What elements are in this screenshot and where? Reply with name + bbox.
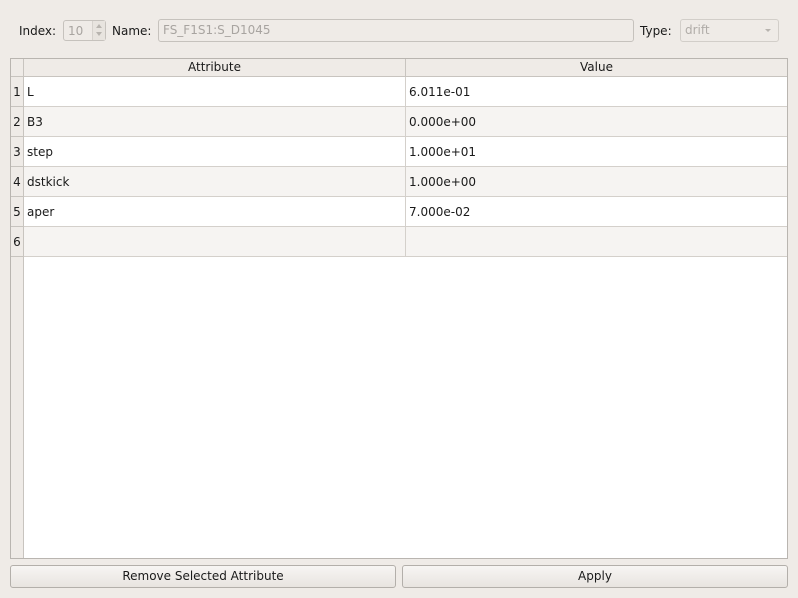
type-select[interactable]: drift <box>680 19 779 42</box>
row-number[interactable]: 1 <box>11 77 24 107</box>
type-value: drift <box>685 23 710 37</box>
table-corner-button[interactable] <box>11 59 24 77</box>
table-row[interactable]: 6 <box>11 227 787 257</box>
element-form: Index: 10 Name: FS_F1S1:S_D1045 Type: dr… <box>0 0 798 58</box>
chevron-up-icon[interactable] <box>96 24 102 28</box>
column-header-attribute[interactable]: Attribute <box>24 59 406 77</box>
row-number[interactable]: 6 <box>11 227 24 257</box>
index-spinbox[interactable]: 10 <box>63 20 106 41</box>
attribute-cell[interactable]: dstkick <box>24 167 406 197</box>
value-cell[interactable]: 0.000e+00 <box>406 107 787 137</box>
name-field[interactable]: FS_F1S1:S_D1045 <box>158 19 634 42</box>
attribute-cell[interactable]: aper <box>24 197 406 227</box>
table-row[interactable]: 1 L 6.011e-01 <box>11 77 787 107</box>
chevron-down-icon[interactable] <box>96 32 102 36</box>
row-number[interactable]: 3 <box>11 137 24 167</box>
apply-button[interactable]: Apply <box>402 565 788 588</box>
attribute-cell[interactable]: L <box>24 77 406 107</box>
table-row[interactable]: 3 step 1.000e+01 <box>11 137 787 167</box>
index-value: 10 <box>68 24 84 38</box>
column-header-value[interactable]: Value <box>406 59 787 77</box>
table-row[interactable]: 5 aper 7.000e-02 <box>11 197 787 227</box>
dropdown-arrow-icon <box>765 29 771 32</box>
attribute-cell[interactable]: step <box>24 137 406 167</box>
row-number[interactable]: 5 <box>11 197 24 227</box>
index-label: Index: <box>19 24 57 38</box>
value-cell[interactable] <box>406 227 787 257</box>
row-number[interactable]: 2 <box>11 107 24 137</box>
type-label: Type: <box>640 24 672 38</box>
value-cell[interactable]: 7.000e-02 <box>406 197 787 227</box>
attribute-table[interactable]: Attribute Value 1 L 6.011e-01 2 B3 0.000… <box>10 58 788 559</box>
table-row[interactable]: 2 B3 0.000e+00 <box>11 107 787 137</box>
spin-arrows[interactable] <box>92 21 105 40</box>
remove-selected-attribute-button[interactable]: Remove Selected Attribute <box>10 565 396 588</box>
table-row[interactable]: 4 dstkick 1.000e+00 <box>11 167 787 197</box>
attribute-cell[interactable]: B3 <box>24 107 406 137</box>
value-cell[interactable]: 6.011e-01 <box>406 77 787 107</box>
attribute-cell[interactable] <box>24 227 406 257</box>
row-number[interactable]: 4 <box>11 167 24 197</box>
value-cell[interactable]: 1.000e+00 <box>406 167 787 197</box>
name-label: Name: <box>112 24 152 38</box>
value-cell[interactable]: 1.000e+01 <box>406 137 787 167</box>
